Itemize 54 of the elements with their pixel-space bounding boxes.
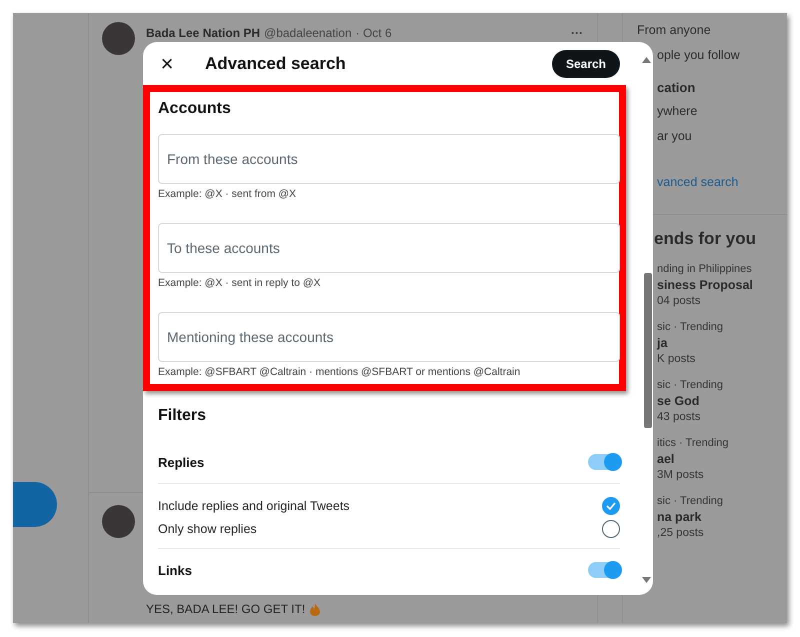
trend-post-count: 04 posts	[657, 294, 702, 306]
avatar	[102, 22, 135, 55]
input-field[interactable]: To these accounts	[158, 223, 620, 273]
trend-post-count: K posts	[657, 352, 696, 364]
field-hint: Example: @SFBART @Caltrain · mentions @SFBART or mentions @Caltrain	[158, 366, 522, 378]
check-icon	[606, 502, 616, 510]
filter-option[interactable]: ople you follow	[657, 48, 787, 72]
trend-post-count: 3M posts	[657, 468, 705, 480]
trend-context: sic · Trending	[657, 320, 724, 332]
input-field[interactable]: Mentioning these accounts	[158, 312, 620, 362]
trend-context: itics · Trending	[657, 436, 730, 448]
input-field[interactable]: From these accounts	[158, 134, 620, 184]
trend-name[interactable]: na park	[657, 510, 787, 524]
trend-name[interactable]: siness Proposal	[657, 278, 787, 292]
post-text: YES, BADA LEE! GO GET IT!	[146, 602, 306, 616]
author-name: Bada Lee Nation PH	[146, 26, 260, 40]
toggle-switch[interactable]	[588, 454, 620, 470]
option-label: Only show replies	[158, 522, 257, 536]
option-label: Include replies and original Tweets	[158, 498, 350, 512]
trend-context: sic · Trending	[657, 494, 724, 506]
advanced-search-link[interactable]: vanced search	[657, 153, 787, 200]
close-button[interactable]: ×	[157, 52, 177, 74]
filter-option[interactable]: From anyone	[637, 23, 787, 48]
field-hint: Example: @X · sent in reply to @X	[158, 277, 322, 289]
trend-post-count: 43 posts	[657, 410, 702, 422]
field-hint: Example: @X · sent from @X	[158, 188, 298, 200]
search-button[interactable]: Search	[552, 50, 620, 78]
fire-icon	[309, 602, 322, 616]
filter-option[interactable]: ar you	[657, 128, 787, 153]
trends-title: ends for you	[654, 228, 758, 248]
trend-context: sic · Trending	[657, 378, 724, 390]
links-label: Links	[158, 562, 192, 578]
trend-name[interactable]: ael	[657, 452, 787, 466]
avatar	[102, 505, 135, 538]
more-button[interactable]: ···	[571, 26, 583, 40]
section-heading: Accounts	[158, 100, 232, 118]
replies-label: Replies	[158, 454, 204, 470]
radio-button[interactable]	[602, 520, 620, 538]
trend-context: nding in Philippines	[657, 262, 753, 274]
scroll-up-icon[interactable]	[642, 57, 651, 63]
post-date: · Oct 6	[356, 26, 392, 40]
scrollbar-thumb[interactable]	[644, 273, 652, 428]
post-button[interactable]	[13, 482, 57, 527]
trend-name[interactable]: ja	[657, 336, 787, 350]
author-handle: @badaleenation	[264, 26, 352, 40]
filter-heading: cation	[657, 79, 696, 97]
dialog-title: Advanced search	[205, 54, 346, 74]
trend-name[interactable]: se God	[657, 394, 787, 408]
trend-post-count: ,25 posts	[657, 526, 705, 538]
radio-button[interactable]	[602, 496, 620, 514]
filter-option[interactable]: ywhere	[657, 104, 787, 128]
scroll-down-icon[interactable]	[642, 577, 651, 583]
section-heading: Filters	[158, 407, 208, 425]
toggle-switch[interactable]	[588, 562, 620, 578]
